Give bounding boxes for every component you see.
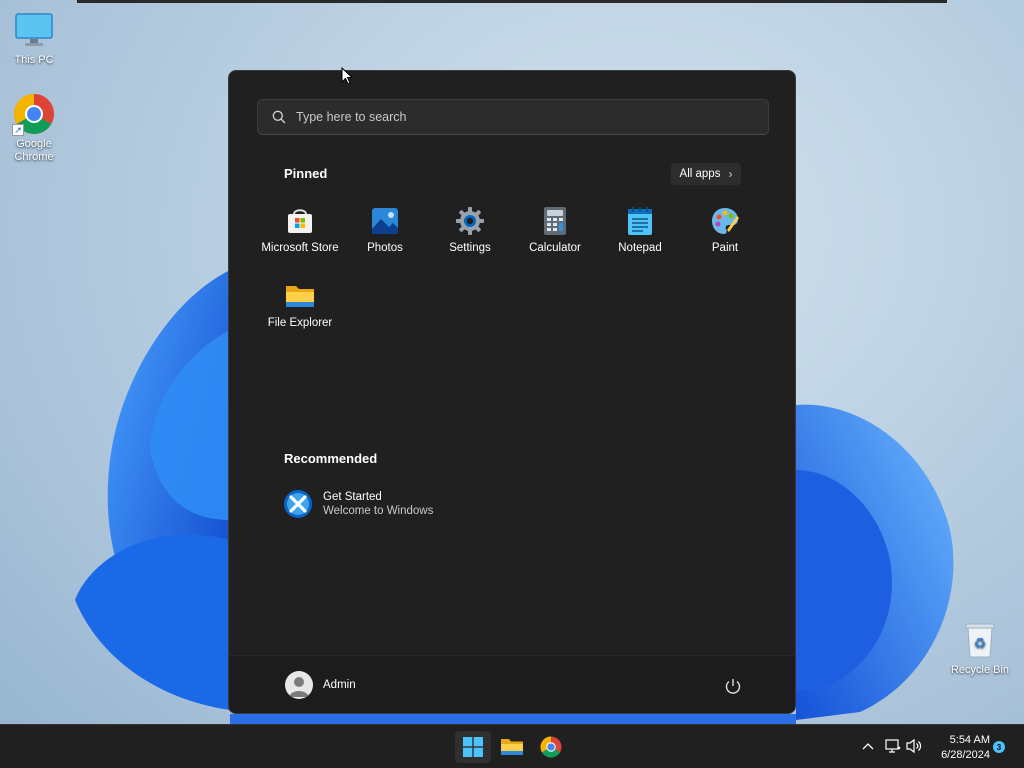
pinned-heading: Pinned [284, 166, 328, 181]
chrome-icon [540, 736, 562, 758]
all-apps-label: All apps [679, 168, 721, 180]
start-button[interactable] [455, 731, 491, 763]
pinned-app-photos[interactable]: Photos [342, 197, 428, 267]
search-placeholder: Type here to search [296, 110, 407, 124]
desktop-icon-google-chrome[interactable]: ↗ Google Chrome [0, 92, 68, 164]
desktop-icon-label: This PC [14, 54, 54, 66]
volume-button[interactable] [905, 737, 923, 755]
user-name: Admin [323, 679, 356, 691]
chevron-right-icon: › [728, 167, 733, 181]
show-hidden-icons-button[interactable] [859, 737, 877, 755]
pinned-app-notepad[interactable]: Notepad [597, 197, 683, 267]
calculator-icon [539, 205, 571, 237]
taskbar: 5:54 AM 6/28/2024 3 [0, 724, 1024, 768]
shortcut-arrow-icon: ↗ [12, 124, 24, 136]
windows-start-icon [463, 737, 483, 757]
pinned-app-paint[interactable]: Paint [682, 197, 768, 267]
taskbar-chrome[interactable] [533, 731, 569, 763]
pinned-app-settings[interactable]: Settings [427, 197, 513, 267]
pinned-app-file-explorer[interactable]: File Explorer [257, 272, 343, 342]
mouse-cursor-icon [341, 67, 353, 85]
pinned-app-calculator[interactable]: Calculator [512, 197, 598, 267]
app-label: Photos [367, 242, 403, 254]
recommended-item-get-started[interactable]: Get Started Welcome to Windows [283, 489, 433, 519]
all-apps-button[interactable]: All apps › [671, 163, 741, 185]
notepad-icon [624, 205, 656, 237]
clock-time: 5:54 AM [949, 734, 990, 746]
monitor-icon [12, 8, 56, 52]
start-menu: Type here to search Pinned All apps › Mi… [228, 70, 796, 714]
desktop-icon-label: Recycle Bin [950, 664, 1010, 676]
start-footer: Admin [229, 655, 795, 713]
network-icon [885, 739, 901, 753]
taskbar-clock[interactable]: 5:54 AM 6/28/2024 [930, 733, 990, 763]
chrome-icon: ↗ [12, 92, 56, 136]
network-button[interactable] [884, 737, 902, 755]
speaker-icon [906, 738, 922, 754]
desktop-icon-this-pc[interactable]: This PC [0, 8, 68, 67]
photos-icon [369, 205, 401, 237]
chevron-up-icon [862, 743, 874, 750]
taskbar-file-explorer[interactable] [494, 731, 530, 763]
app-label: Calculator [529, 242, 581, 254]
recommended-heading: Recommended [284, 451, 378, 466]
power-button[interactable] [723, 676, 743, 696]
pinned-app-microsoft-store[interactable]: Microsoft Store [257, 197, 343, 267]
start-search-box[interactable]: Type here to search [257, 99, 769, 135]
clock-date: 6/28/2024 [941, 749, 990, 761]
search-icon [272, 110, 286, 124]
power-icon [725, 679, 741, 694]
svg-text:♻: ♻ [974, 636, 987, 652]
file-explorer-icon [501, 739, 523, 755]
app-label: Paint [711, 242, 739, 254]
get-started-icon [283, 489, 313, 519]
app-label: Notepad [618, 242, 662, 254]
paint-palette-icon [709, 205, 741, 237]
recommended-title: Get Started [323, 491, 382, 503]
store-icon [284, 205, 316, 237]
notification-badge[interactable]: 3 [993, 741, 1005, 753]
folder-icon [284, 280, 316, 312]
user-account-button[interactable]: Admin [285, 671, 356, 699]
desktop-icon-recycle-bin[interactable]: ♻ Recycle Bin [946, 618, 1014, 677]
top-window-edge [77, 0, 947, 3]
settings-gear-icon [454, 205, 486, 237]
app-label: Microsoft Store [261, 242, 339, 254]
recommended-subtitle: Welcome to Windows [323, 505, 434, 517]
avatar [285, 671, 313, 699]
recycle-bin-icon: ♻ [958, 618, 1002, 662]
app-label: Settings [449, 242, 491, 254]
desktop-icon-label: Google Chrome [14, 138, 54, 163]
app-label: File Explorer [267, 317, 333, 329]
